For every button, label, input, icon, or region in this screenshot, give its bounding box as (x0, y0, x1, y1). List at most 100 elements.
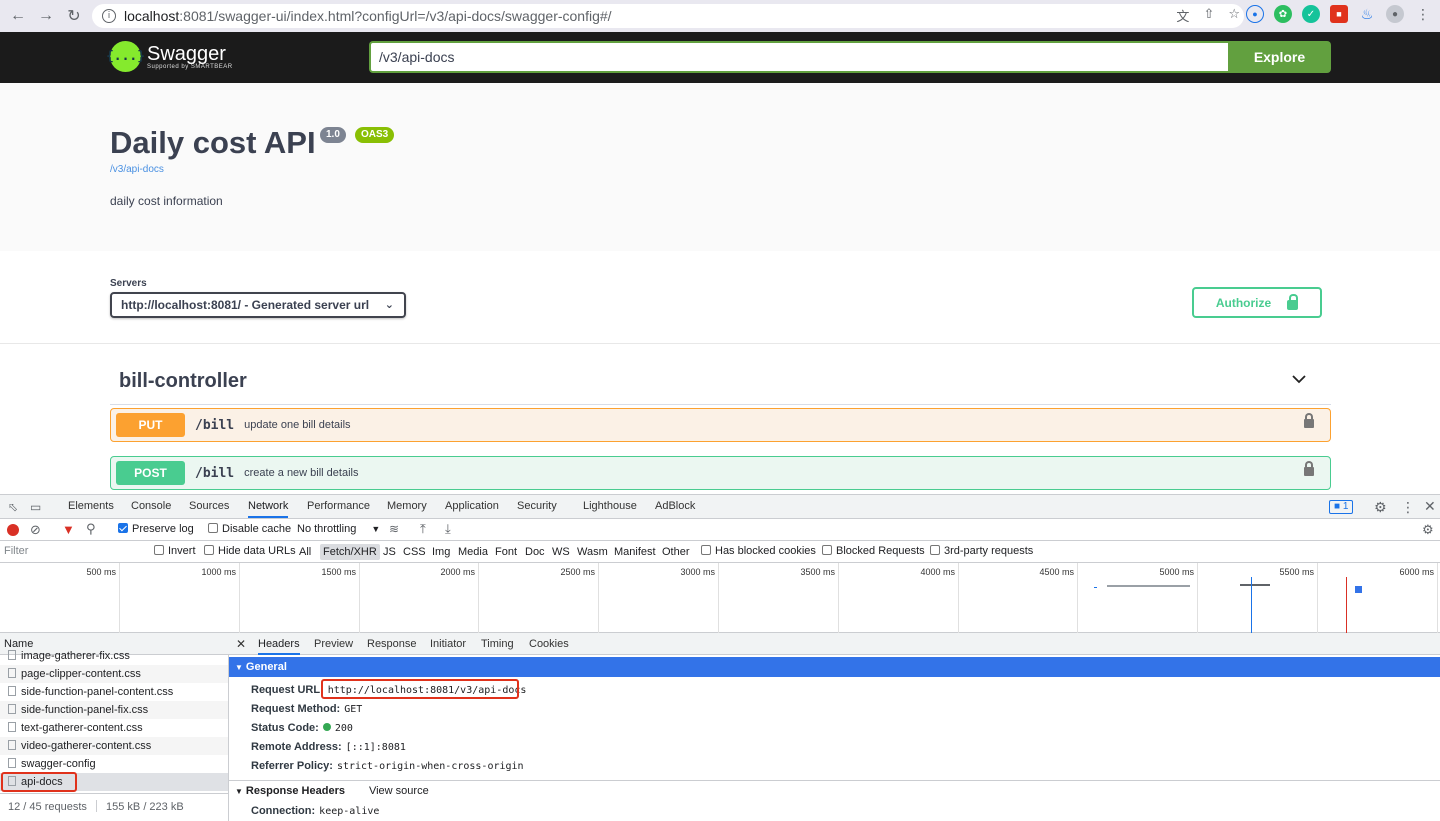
chrome-menu-icon[interactable]: ⋮ (1414, 5, 1432, 23)
tab-network[interactable]: Network (248, 495, 289, 518)
lock-icon[interactable] (1304, 461, 1314, 476)
filter-type-img[interactable]: Img (432, 544, 450, 560)
record-icon[interactable] (7, 524, 19, 536)
preserve-log-checkbox[interactable]: Preserve log (118, 523, 194, 535)
more-options-icon[interactable]: ⋮ (1401, 499, 1415, 516)
request-row[interactable]: side-function-panel-content.css (0, 683, 228, 701)
timeline-overview[interactable]: 500 ms 1000 ms 1500 ms 2000 ms 2500 ms 3000 m… (0, 563, 1440, 633)
tab-cookies[interactable]: Cookies (529, 633, 569, 655)
back-icon[interactable]: ← (6, 4, 30, 28)
tab-application[interactable]: Application (445, 495, 499, 518)
tab-memory[interactable]: Memory (387, 495, 427, 518)
lock-icon[interactable] (1304, 413, 1314, 428)
third-party-checkbox[interactable]: 3rd-party requests (930, 545, 1033, 557)
site-info-icon[interactable]: i (102, 9, 116, 23)
tab-headers[interactable]: Headers (258, 633, 300, 655)
filter-type-other[interactable]: Other (662, 544, 690, 560)
tab-adblock[interactable]: AdBlock (655, 495, 695, 518)
file-icon (8, 704, 16, 714)
tab-lighthouse[interactable]: Lighthouse (583, 495, 637, 518)
bookmark-star-icon[interactable]: ☆ (1228, 6, 1240, 25)
profile-avatar-icon[interactable]: ● (1386, 5, 1404, 23)
servers-select[interactable]: http://localhost:8081/ - Generated serve… (110, 292, 406, 318)
close-detail-icon[interactable]: ✕ (236, 633, 246, 655)
extensions-puzzle-icon[interactable]: ♨ (1358, 5, 1376, 23)
browser-toolbar: ← → ↻ i localhost:8081/swagger-ui/index.… (0, 0, 1440, 32)
authorize-label: Authorize (1215, 295, 1272, 310)
filter-funnel-icon[interactable]: ▼ (62, 522, 75, 537)
hide-data-urls-checkbox[interactable]: Hide data URLs (204, 545, 296, 557)
request-row[interactable]: text-gatherer-content.css (0, 719, 228, 737)
extension-1-icon[interactable]: ● (1246, 5, 1264, 23)
filter-type-media[interactable]: Media (458, 544, 488, 560)
pdf-extension-icon[interactable]: ■ (1330, 5, 1348, 23)
general-title: General (245, 661, 287, 673)
expand-chevron-icon[interactable] (1292, 372, 1306, 386)
blocked-requests-checkbox[interactable]: Blocked Requests (822, 545, 925, 557)
filter-type-wasm[interactable]: Wasm (577, 544, 608, 560)
tab-security[interactable]: Security (517, 495, 557, 518)
response-headers-section-header[interactable]: ▼ Response Headers View source (229, 780, 1440, 800)
tab-elements[interactable]: Elements (68, 495, 114, 518)
tag-title[interactable]: bill-controller (119, 370, 247, 393)
tab-sources[interactable]: Sources (189, 495, 229, 518)
method-badge: PUT (116, 413, 185, 437)
inspect-element-icon[interactable]: ⬁ (8, 500, 18, 514)
reload-icon[interactable]: ↻ (62, 4, 86, 28)
address-bar[interactable]: i localhost:8081/swagger-ui/index.html?c… (92, 4, 1244, 28)
tab-timing[interactable]: Timing (481, 633, 514, 655)
grammar-extension-icon[interactable]: ✓ (1302, 5, 1320, 23)
general-section-header[interactable]: ▼ General (229, 657, 1440, 677)
disable-cache-checkbox[interactable]: Disable cache (208, 523, 291, 535)
timeline-gridline (1197, 563, 1198, 633)
device-toolbar-icon[interactable]: ▭ (30, 500, 41, 514)
filter-type-doc[interactable]: Doc (525, 544, 545, 560)
clear-icon[interactable]: ⊘ (30, 522, 41, 538)
request-row[interactable]: side-function-panel-fix.css (0, 701, 228, 719)
dom-content-loaded-marker (1251, 577, 1252, 633)
tab-initiator[interactable]: Initiator (430, 633, 466, 655)
timeline-tick-label: 4500 ms (1039, 567, 1074, 577)
close-devtools-icon[interactable]: ✕ (1424, 498, 1436, 515)
export-har-icon[interactable]: ⤓ (445, 521, 451, 537)
view-source-link[interactable]: View source (369, 785, 429, 797)
issues-badge[interactable]: ■ 1 (1329, 500, 1354, 514)
filter-type-font[interactable]: Font (495, 544, 517, 560)
has-blocked-cookies-checkbox[interactable]: Has blocked cookies (701, 545, 816, 557)
search-icon[interactable]: ⚲ (86, 521, 96, 537)
filter-type-js[interactable]: JS (383, 544, 396, 560)
operation-post-bill[interactable]: POST /bill create a new bill details (110, 456, 1331, 490)
timeline-gridline (838, 563, 839, 633)
request-row[interactable]: swagger-config (0, 755, 228, 773)
filter-type-css[interactable]: CSS (403, 544, 426, 560)
evernote-extension-icon[interactable]: ✿ (1274, 5, 1292, 23)
operation-put-bill[interactable]: PUT /bill update one bill details (110, 408, 1331, 442)
settings-gear-icon[interactable]: ⚙ (1374, 499, 1387, 516)
tab-response[interactable]: Response (367, 633, 417, 655)
spec-url-input[interactable]: /v3/api-docs (369, 41, 1228, 73)
request-row[interactable]: video-gatherer-content.css (0, 737, 228, 755)
tab-preview[interactable]: Preview (314, 633, 353, 655)
import-har-icon[interactable]: ⤒ (420, 521, 426, 537)
share-icon[interactable]: ⇧ (1203, 6, 1214, 25)
request-row[interactable]: image-gatherer-fix.css (0, 647, 228, 665)
tab-console[interactable]: Console (131, 495, 171, 518)
tab-performance[interactable]: Performance (307, 495, 370, 518)
network-conditions-icon[interactable]: ≋ (389, 522, 399, 536)
filter-type-manifest[interactable]: Manifest (614, 544, 656, 560)
request-row[interactable]: page-clipper-content.css (0, 665, 228, 683)
authorize-button[interactable]: Authorize (1192, 287, 1322, 318)
filter-type-all[interactable]: All (299, 544, 311, 560)
invert-checkbox[interactable]: Invert (154, 545, 196, 557)
throttling-select[interactable]: No throttling ▼ (297, 523, 380, 535)
filter-type-fetch-xhr[interactable]: Fetch/XHR (320, 544, 380, 560)
filter-input[interactable]: Filter (4, 545, 144, 560)
filter-type-ws[interactable]: WS (552, 544, 570, 560)
network-settings-gear-icon[interactable]: ⚙ (1422, 522, 1434, 538)
translate-icon[interactable]: 文 (1176, 6, 1189, 25)
explore-button[interactable]: Explore (1228, 41, 1331, 73)
api-description: daily cost information (110, 194, 223, 208)
spec-link[interactable]: /v3/api-docs (110, 164, 164, 175)
swagger-logo[interactable]: {...} Swagger Supported by SMARTBEAR (106, 41, 233, 72)
forward-icon[interactable]: → (34, 4, 58, 28)
